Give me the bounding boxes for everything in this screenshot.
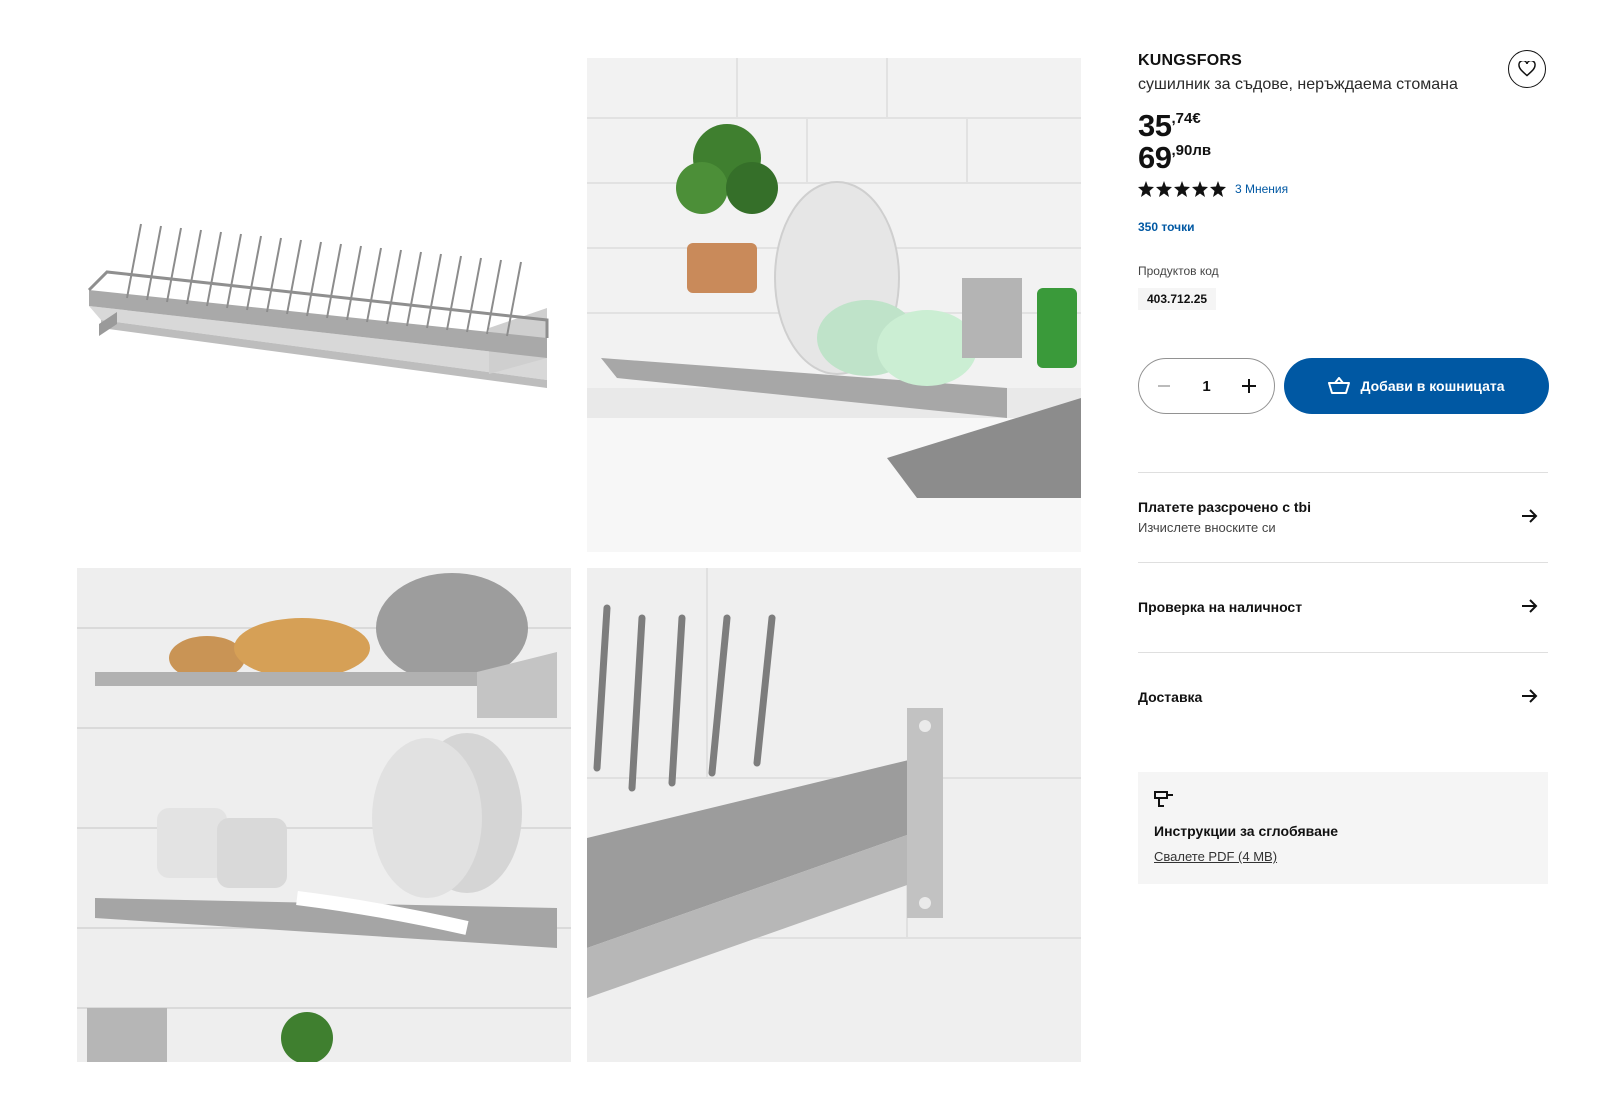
price-bgn: 69,90лв [1138, 142, 1211, 173]
price-bgn-integer: 69 [1138, 140, 1172, 175]
arrow-right-icon [1522, 509, 1538, 523]
loyalty-points: 350 точки [1138, 220, 1195, 234]
add-to-cart-button[interactable]: Добави в кошницата [1284, 358, 1549, 414]
cart-icon [1328, 377, 1351, 394]
wall-shelves-illustration [77, 568, 571, 1062]
assembly-title: Инструкции за сглобяване [1154, 823, 1339, 839]
rating[interactable]: 3 Мнения [1138, 181, 1288, 197]
product-code: 403.712.25 [1138, 288, 1217, 310]
delivery-title: Доставка [1138, 689, 1203, 705]
increase-quantity-button[interactable] [1236, 373, 1262, 399]
heart-icon [1518, 61, 1536, 77]
dish-rack-illustration [77, 58, 571, 552]
product-name: KUNGSFORS [1138, 52, 1243, 69]
closeup-illustration [587, 568, 1081, 1062]
decrease-quantity-button[interactable] [1151, 373, 1177, 399]
quantity-value[interactable]: 1 [1202, 378, 1210, 395]
add-to-cart-label: Добави в кошницата [1360, 378, 1505, 394]
price-eur-decimal: ,74€ [1171, 110, 1201, 127]
product-image-wall-shelves[interactable] [77, 568, 571, 1062]
reviews-link[interactable]: 3 Мнения [1235, 182, 1288, 196]
price-bgn-decimal: ,90лв [1171, 142, 1212, 159]
installments-row[interactable]: Платете разсрочено с tbi Изчислете вноск… [1138, 472, 1548, 562]
installments-subtitle: Изчислете вноските си [1138, 520, 1276, 535]
arrow-right-icon [1522, 689, 1538, 703]
arrow-right-icon [1522, 599, 1538, 613]
product-image-kitchen-counter[interactable] [587, 58, 1081, 552]
price-eur-integer: 35 [1138, 108, 1172, 143]
stock-check-row[interactable]: Проверка на наличност [1138, 562, 1548, 652]
assembly-instructions: Инструкции за сглобяване Свалете PDF (4 … [1138, 772, 1548, 884]
drill-icon [1154, 791, 1173, 807]
kitchen-scene-illustration [587, 58, 1081, 552]
product-image-closeup[interactable] [587, 568, 1081, 1062]
product-code-label: Продуктов код [1138, 264, 1219, 278]
plus-icon [1242, 379, 1256, 393]
download-pdf-link[interactable]: Свалете PDF (4 MB) [1154, 849, 1277, 864]
quantity-stepper[interactable]: 1 [1138, 358, 1275, 414]
product-image-rack[interactable] [77, 58, 571, 552]
installments-title: Платете разсрочено с tbi [1138, 499, 1311, 515]
rating-stars [1138, 181, 1226, 197]
star-icon [1138, 181, 1226, 197]
stock-check-title: Проверка на наличност [1138, 599, 1303, 615]
product-description: сушилник за съдове, неръждаема стомана [1138, 76, 1458, 93]
price-eur: 35,74€ [1138, 110, 1201, 141]
favorite-button[interactable] [1508, 50, 1546, 88]
delivery-row[interactable]: Доставка [1138, 652, 1548, 742]
minus-icon [1158, 385, 1170, 387]
product-info: KUNGSFORS сушилник за съдове, неръждаема… [1138, 52, 1548, 94]
